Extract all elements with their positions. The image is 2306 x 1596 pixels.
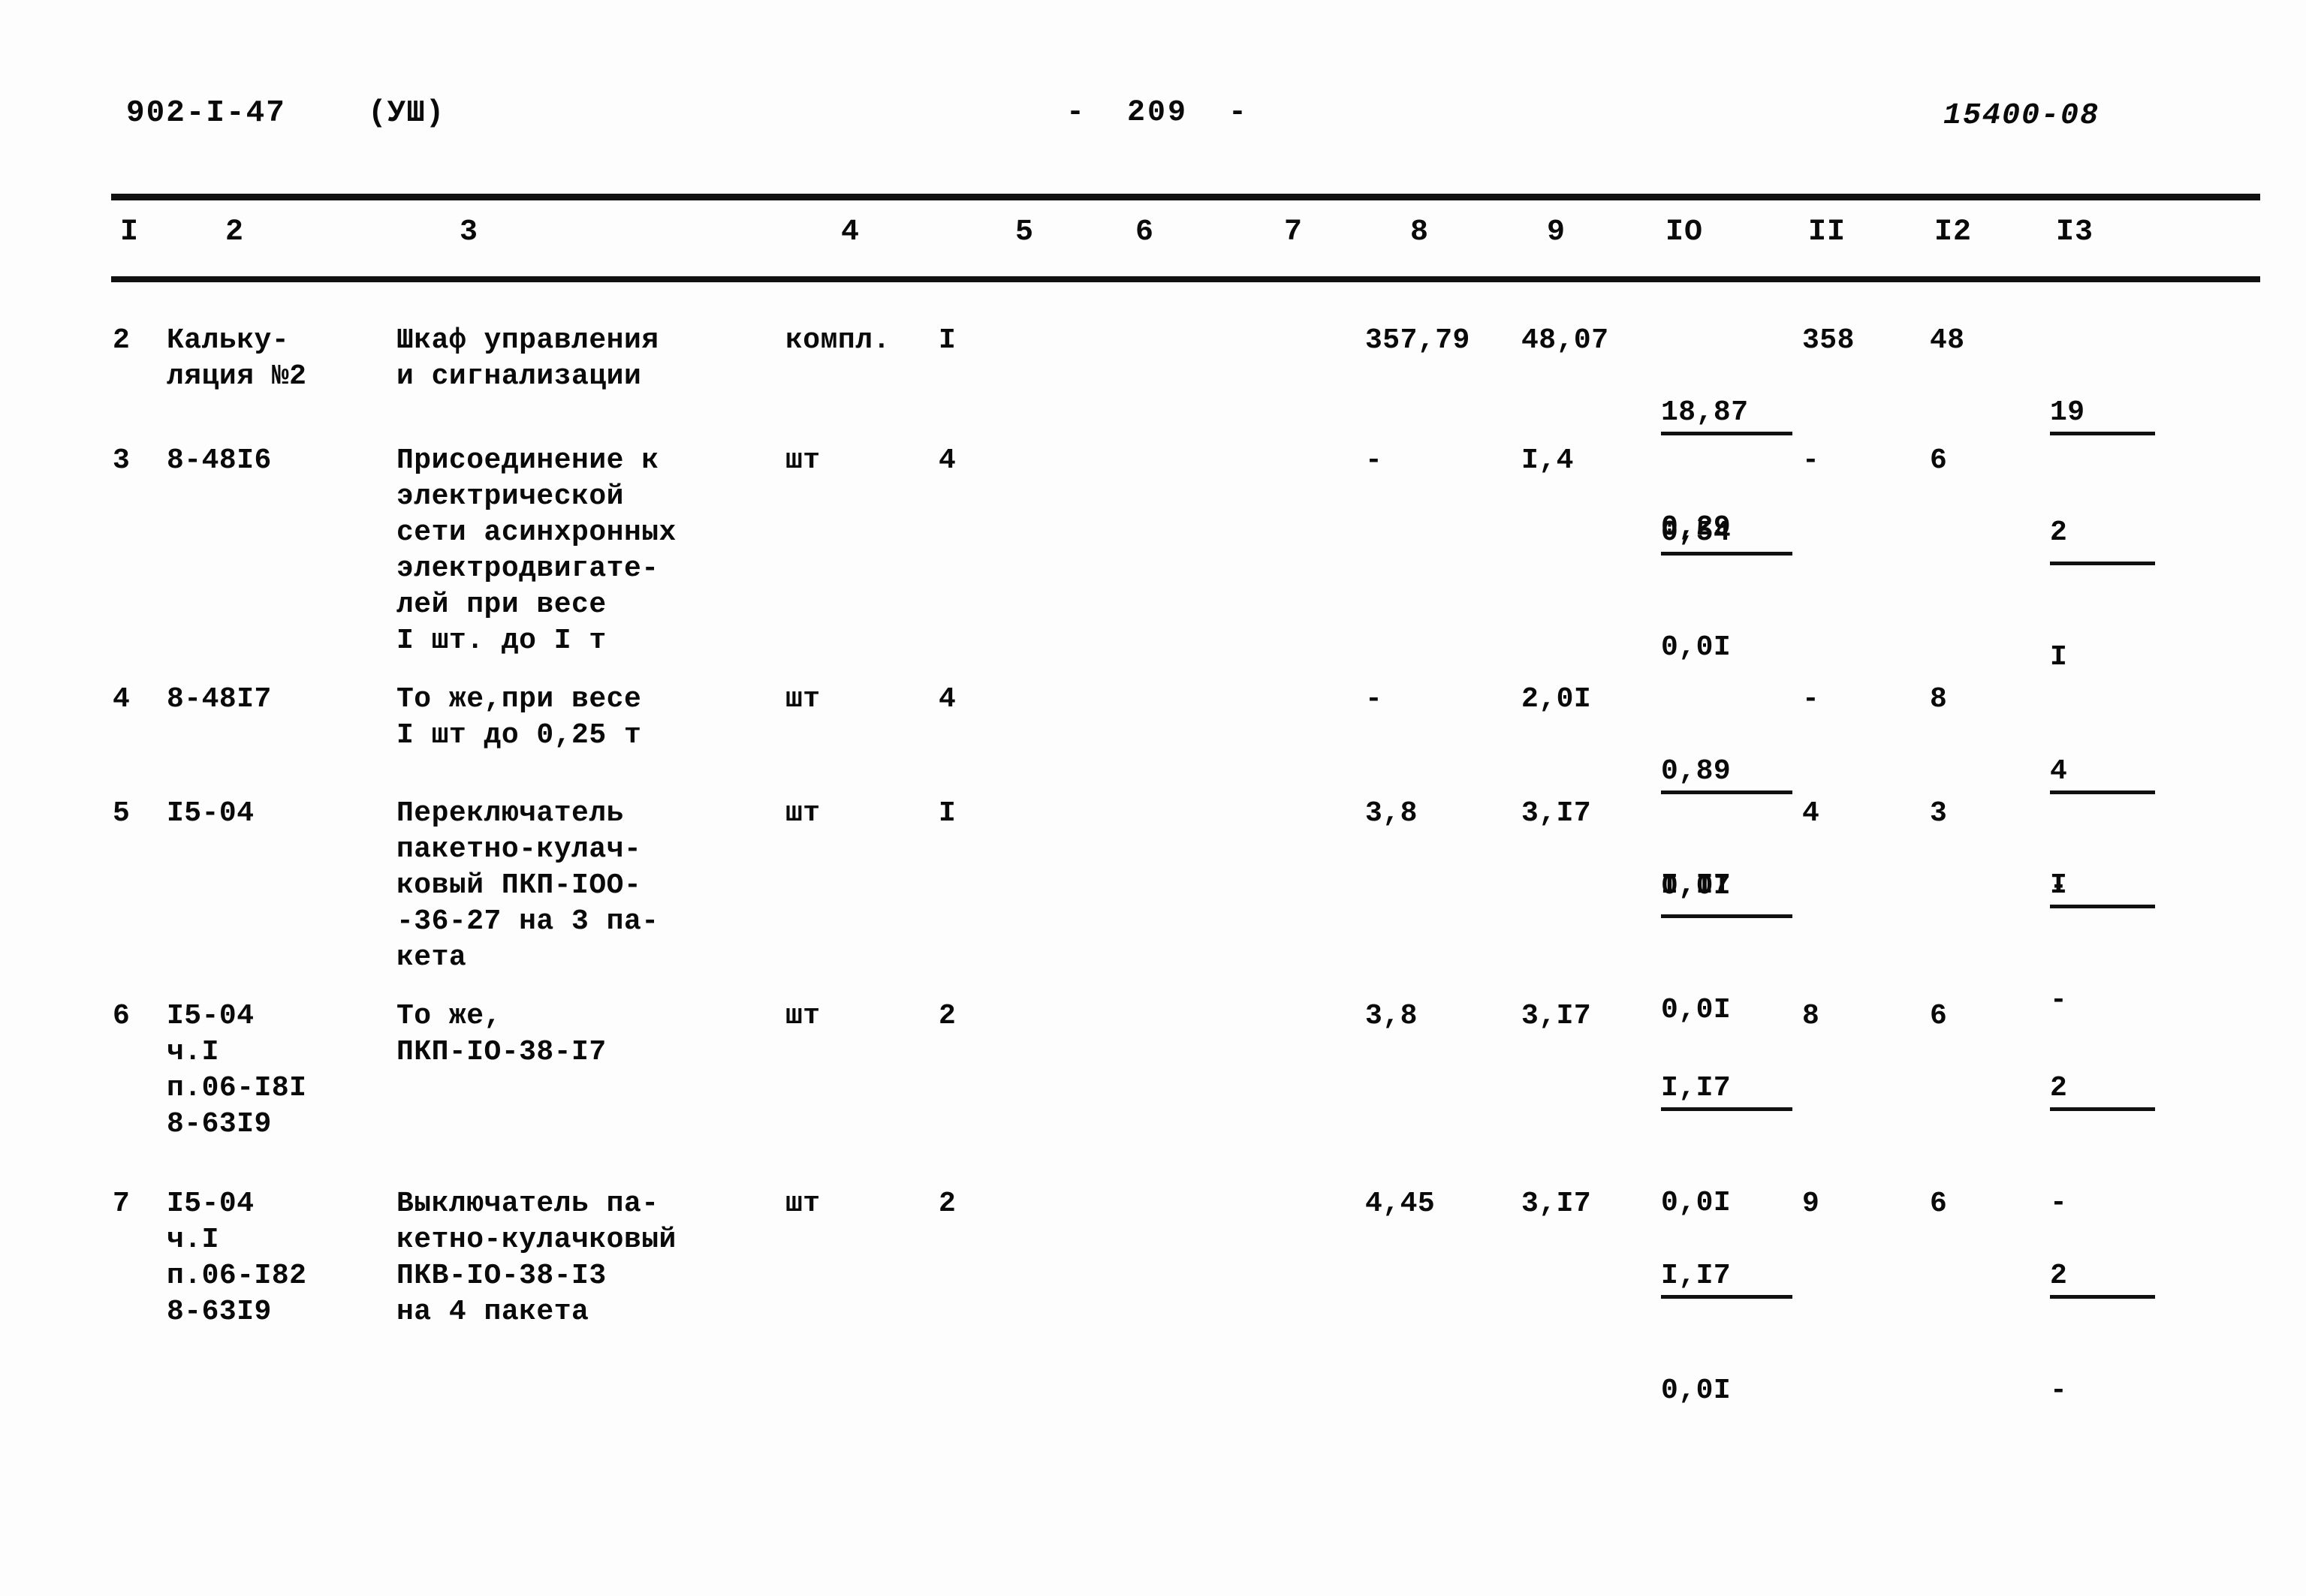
row-value-10-numerator: 18,87 bbox=[1661, 395, 1792, 435]
row-value-10-denominator: 0,0I bbox=[1661, 1375, 1732, 1407]
row-value-9: 48,07 bbox=[1521, 324, 1609, 357]
row-value-12: 6 bbox=[1930, 444, 1948, 477]
row-unit: шт bbox=[785, 797, 821, 830]
row-value-11: 9 bbox=[1802, 1188, 1820, 1220]
row-number: 2 bbox=[113, 324, 131, 357]
row-quantity: I bbox=[939, 324, 957, 357]
row-value-11: - bbox=[1802, 683, 1819, 715]
row-quantity: 2 bbox=[939, 1188, 957, 1220]
column-header-2: 2 bbox=[225, 215, 245, 249]
row-value-10-numerator: I,I7 bbox=[1661, 1258, 1792, 1299]
row-value-8: 357,79 bbox=[1365, 324, 1470, 357]
row-description: То же,при весе I шт до 0,25 т bbox=[396, 683, 642, 751]
row-value-10-numerator: 0,89 bbox=[1661, 754, 1792, 794]
row-value-9: I,4 bbox=[1521, 444, 1574, 477]
row-value-12: 3 bbox=[1930, 797, 1948, 830]
row-number: 5 bbox=[113, 797, 131, 830]
row-unit: шт bbox=[785, 683, 821, 715]
row-unit: шт bbox=[785, 1000, 821, 1032]
row-code: I5-04 bbox=[167, 797, 255, 830]
row-code: 8-48I7 bbox=[167, 683, 272, 715]
row-unit: шт bbox=[785, 1188, 821, 1220]
row-value-13-denominator: - bbox=[2050, 1375, 2068, 1407]
page-header: 902-I-47 (УШ) - 209 - 15400-08 bbox=[0, 96, 2306, 149]
row-number: 7 bbox=[113, 1188, 131, 1220]
row-quantity: 2 bbox=[939, 1000, 957, 1032]
row-value-12: 6 bbox=[1930, 1000, 1948, 1032]
row-description: Выключатель па- кетно-кулачковый ПКВ-IO-… bbox=[396, 1188, 677, 1328]
row-value-10-numerator: I,I7 bbox=[1661, 868, 1792, 918]
row-value-9: 3,I7 bbox=[1521, 1000, 1592, 1032]
row-value-11: 4 bbox=[1802, 797, 1820, 830]
row-value-10-numerator: I,I7 bbox=[1661, 1071, 1792, 1111]
row-description: Переключатель пакетно-кулач- ковый ПКП-I… bbox=[396, 797, 659, 974]
row-unit: шт bbox=[785, 444, 821, 477]
column-header-8: 8 bbox=[1410, 215, 1430, 249]
row-value-8: 3,8 bbox=[1365, 797, 1418, 830]
row-value-13-denominator: I bbox=[2050, 641, 2068, 673]
row-value-13-numerator: 2 bbox=[2050, 1071, 2155, 1111]
column-header-12: I2 bbox=[1934, 215, 1973, 249]
row-value-11: - bbox=[1802, 444, 1819, 477]
column-header-5: 5 bbox=[1015, 215, 1035, 249]
row-value-8: - bbox=[1365, 683, 1382, 715]
row-value-10-denominator: 0,0I bbox=[1661, 631, 1732, 664]
row-number: 6 bbox=[113, 1000, 131, 1032]
row-value-9: 3,I7 bbox=[1521, 1188, 1592, 1220]
row-value-11: 8 bbox=[1802, 1000, 1820, 1032]
document-page: 902-I-47 (УШ) - 209 - 15400-08 I 2 3 4 5… bbox=[0, 0, 2306, 1596]
row-unit: компл. bbox=[785, 324, 891, 357]
document-code: 902-I-47 bbox=[126, 96, 286, 131]
sheet-code: 15400-08 bbox=[1943, 99, 2100, 133]
column-header-11: II bbox=[1808, 215, 1846, 249]
row-value-13-numerator: 2 bbox=[2050, 1258, 2155, 1299]
row-value-13-numerator: I bbox=[2050, 868, 2155, 908]
column-header-10: IO bbox=[1665, 215, 1704, 249]
row-code: 8-48I6 bbox=[167, 444, 272, 477]
column-header-9: 9 bbox=[1547, 215, 1566, 249]
row-value-9: 3,I7 bbox=[1521, 797, 1592, 830]
row-value-8: 4,45 bbox=[1365, 1188, 1436, 1220]
row-code: Кальку- ляция №2 bbox=[167, 324, 307, 393]
row-quantity: 4 bbox=[939, 683, 957, 715]
row-value-10: I,I7 0,0I bbox=[1661, 1186, 1792, 1481]
column-header-6: 6 bbox=[1135, 215, 1155, 249]
row-description: Шкаф управления и сигнализации bbox=[396, 324, 659, 393]
row-value-12: 48 bbox=[1930, 324, 1965, 357]
row-quantity: 4 bbox=[939, 444, 957, 477]
column-header-1: I bbox=[120, 215, 140, 249]
column-header-7: 7 bbox=[1284, 215, 1304, 249]
row-value-13-numerator: 4 bbox=[2050, 754, 2155, 794]
document-variant: (УШ) bbox=[368, 96, 445, 131]
table-top-rule bbox=[111, 194, 2260, 200]
row-code: I5-04 ч.I п.06-I8I 8-63I9 bbox=[167, 1000, 307, 1140]
row-description: Присоединение к электрической сети асинх… bbox=[396, 444, 677, 657]
row-value-11: 358 bbox=[1802, 324, 1855, 357]
row-number: 4 bbox=[113, 683, 131, 715]
row-value-13: 2 - bbox=[2050, 1186, 2155, 1481]
row-value-13-numerator: 2 bbox=[2050, 515, 2155, 565]
column-header-13: I3 bbox=[2056, 215, 2094, 249]
row-number: 3 bbox=[113, 444, 131, 477]
row-value-8: 3,8 bbox=[1365, 1000, 1418, 1032]
row-value-12: 8 bbox=[1930, 683, 1948, 715]
column-header-3: 3 bbox=[460, 215, 479, 249]
row-value-8: - bbox=[1365, 444, 1382, 477]
page-number: - 209 - bbox=[1066, 96, 1249, 130]
row-quantity: I bbox=[939, 797, 957, 830]
row-value-12: 6 bbox=[1930, 1188, 1948, 1220]
column-header-4: 4 bbox=[841, 215, 861, 249]
row-value-13-numerator: 19 bbox=[2050, 395, 2155, 435]
row-value-10-numerator: 0,54 bbox=[1661, 515, 1792, 556]
table-header-rule bbox=[111, 276, 2260, 282]
row-code: I5-04 ч.I п.06-I82 8-63I9 bbox=[167, 1188, 307, 1328]
row-description: То же, ПКП-IO-38-I7 bbox=[396, 1000, 607, 1068]
row-value-9: 2,0I bbox=[1521, 683, 1592, 715]
